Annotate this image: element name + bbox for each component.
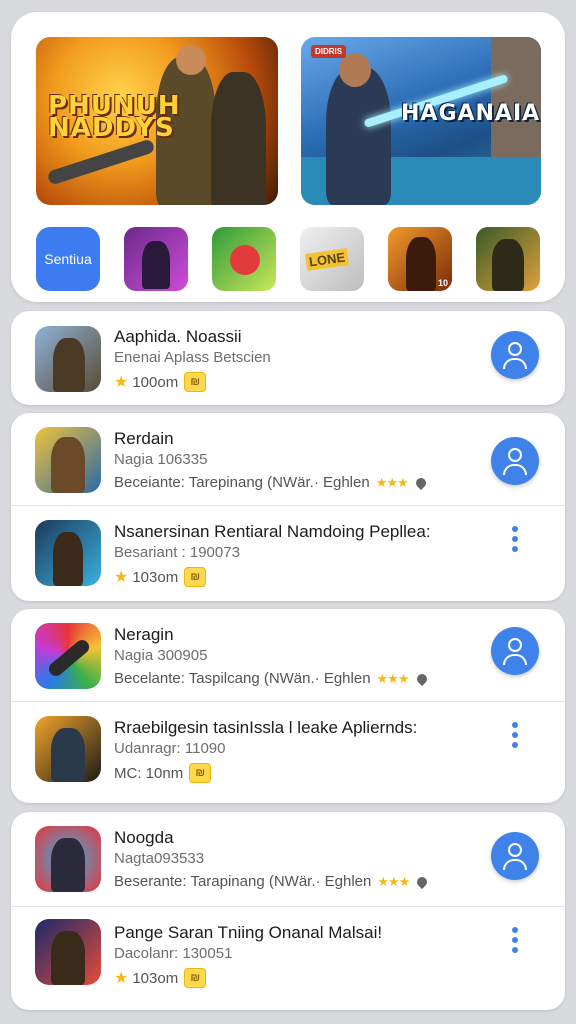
list-card: Aaphida. Noassii Enenai Aplass Betscien … bbox=[11, 311, 565, 405]
list-item[interactable]: Rerdain Nagia 106335 Beceiante: Tarepina… bbox=[11, 413, 565, 509]
coin-icon: ₪ bbox=[184, 372, 207, 392]
app-icon-row: Sentiua LONE 10 bbox=[36, 227, 540, 291]
tile-figure bbox=[230, 245, 260, 275]
thumb-figure bbox=[53, 338, 85, 392]
list-item[interactable]: Noogda Nagta093533 Beserante: Tarapinang… bbox=[11, 812, 565, 908]
banner-badge: DIDRIS bbox=[311, 45, 347, 58]
item-title: Rerdain bbox=[114, 429, 174, 448]
featured-card: PHUNUH NADDYS DIDRIS HAGANAIA Sentiua LO… bbox=[11, 12, 565, 302]
list-card: Noogda Nagta093533 Beserante: Tarapinang… bbox=[11, 812, 565, 1010]
item-title: Noogda bbox=[114, 828, 174, 847]
item-meta: Beceiante: Tarepinang (NWär.· Eghlen ★★★ bbox=[114, 474, 428, 491]
user-icon[interactable] bbox=[491, 832, 539, 880]
thumb-figure bbox=[51, 838, 85, 892]
stars-icon: ★★★ bbox=[376, 670, 410, 686]
stars-icon: ★★★ bbox=[377, 873, 410, 889]
featured-banner-right[interactable]: DIDRIS HAGANAIA bbox=[301, 37, 541, 205]
thumb-figure bbox=[51, 728, 85, 782]
item-rating: ★ 100om ₪ bbox=[114, 372, 207, 392]
item-title: Neragin bbox=[114, 625, 174, 644]
app-thumbnail bbox=[35, 427, 101, 493]
coin-icon: ₪ bbox=[189, 763, 212, 783]
thumb-weapon bbox=[46, 637, 92, 679]
star-icon: ★ bbox=[114, 374, 129, 391]
list-item[interactable]: Aaphida. Noassii Enenai Aplass Betscien … bbox=[11, 311, 565, 405]
game-icon-purple[interactable] bbox=[124, 227, 188, 291]
banner-title: PHUNUH NADDYS bbox=[48, 91, 181, 143]
tile-figure bbox=[406, 237, 436, 291]
item-subtitle: Nagia 300905 bbox=[114, 647, 208, 664]
stars-icon: ★★★ bbox=[375, 474, 409, 490]
more-icon[interactable] bbox=[507, 720, 523, 750]
list-item[interactable]: Neragin Nagia 300905 Becelante: Taspilca… bbox=[11, 609, 565, 705]
item-rating: ★ 103om ₪ bbox=[114, 567, 207, 587]
item-meta: Beserante: Tarapinang (NWär.· Eghlen ★★★ bbox=[114, 873, 430, 890]
app-thumbnail bbox=[35, 326, 101, 392]
location-pin-icon bbox=[413, 475, 428, 490]
tile-figure bbox=[492, 239, 524, 291]
user-icon[interactable] bbox=[491, 437, 539, 485]
item-subtitle: Besariant : 190073 bbox=[114, 544, 240, 561]
character-figure bbox=[211, 72, 266, 205]
app-thumbnail bbox=[35, 716, 101, 782]
star-icon: ★ bbox=[114, 569, 129, 586]
thumb-figure bbox=[53, 532, 83, 586]
item-title: Pange Saran Tniing Onanal Malsai! bbox=[114, 923, 383, 942]
character-figure bbox=[326, 67, 391, 205]
item-title: Rraebilgesin tasinIssla l leake Apliernd… bbox=[114, 718, 418, 737]
user-icon[interactable] bbox=[491, 627, 539, 675]
game-icon-orange[interactable]: 10 bbox=[388, 227, 452, 291]
coin-icon: ₪ bbox=[184, 567, 207, 587]
item-rating: ★ 103om ₪ bbox=[114, 968, 207, 988]
coin-icon: ₪ bbox=[184, 968, 207, 988]
thumb-figure bbox=[51, 437, 85, 493]
item-subtitle: Nagta093533 bbox=[114, 850, 205, 867]
featured-banner-left[interactable]: PHUNUH NADDYS bbox=[36, 37, 278, 205]
list-card: Rerdain Nagia 106335 Beceiante: Tarepina… bbox=[11, 413, 565, 601]
item-rating: MC: 10nm ₪ bbox=[114, 763, 212, 783]
item-subtitle: Enenai Aplass Betscien bbox=[114, 349, 271, 366]
item-meta: Becelante: Taspilcang (NWän.· Eghlen ★★★ bbox=[114, 670, 429, 687]
building-graphic bbox=[491, 37, 541, 157]
game-icon-green[interactable] bbox=[212, 227, 276, 291]
game-icon-logo[interactable]: LONE bbox=[300, 227, 364, 291]
list-item[interactable]: Pange Saran Tniing Onanal Malsai! Dacola… bbox=[11, 906, 565, 1010]
item-subtitle: Udanragr: 11090 bbox=[114, 740, 226, 757]
app-thumbnail bbox=[35, 826, 101, 892]
item-subtitle: Dacolanr: 130051 bbox=[114, 945, 233, 962]
thumb-figure bbox=[51, 931, 85, 985]
weapon-graphic bbox=[46, 138, 156, 186]
more-icon[interactable] bbox=[507, 925, 523, 955]
star-icon: ★ bbox=[114, 970, 129, 987]
location-pin-icon bbox=[415, 874, 430, 889]
item-title: Aaphida. Noassii bbox=[114, 327, 242, 346]
list-item[interactable]: Rraebilgesin tasinIssla l leake Apliernd… bbox=[11, 701, 565, 803]
banner-title: HAGANAIA bbox=[401, 101, 541, 126]
app-thumbnail bbox=[35, 623, 101, 689]
game-icon-soldier[interactable] bbox=[476, 227, 540, 291]
character-head bbox=[176, 45, 206, 75]
more-icon[interactable] bbox=[507, 524, 523, 554]
list-card: Neragin Nagia 300905 Becelante: Taspilca… bbox=[11, 609, 565, 803]
tile-main-button[interactable]: Sentiua bbox=[36, 227, 100, 291]
item-title: Nsanersinan Rentiaral Namdoing Pepllea: bbox=[114, 522, 431, 541]
app-thumbnail bbox=[35, 520, 101, 586]
app-thumbnail bbox=[35, 919, 101, 985]
character-head bbox=[339, 53, 371, 87]
user-icon[interactable] bbox=[491, 331, 539, 379]
item-subtitle: Nagia 106335 bbox=[114, 451, 208, 468]
list-item[interactable]: Nsanersinan Rentiaral Namdoing Pepllea: … bbox=[11, 505, 565, 601]
tile-figure bbox=[142, 241, 170, 289]
location-pin-icon bbox=[414, 671, 429, 686]
